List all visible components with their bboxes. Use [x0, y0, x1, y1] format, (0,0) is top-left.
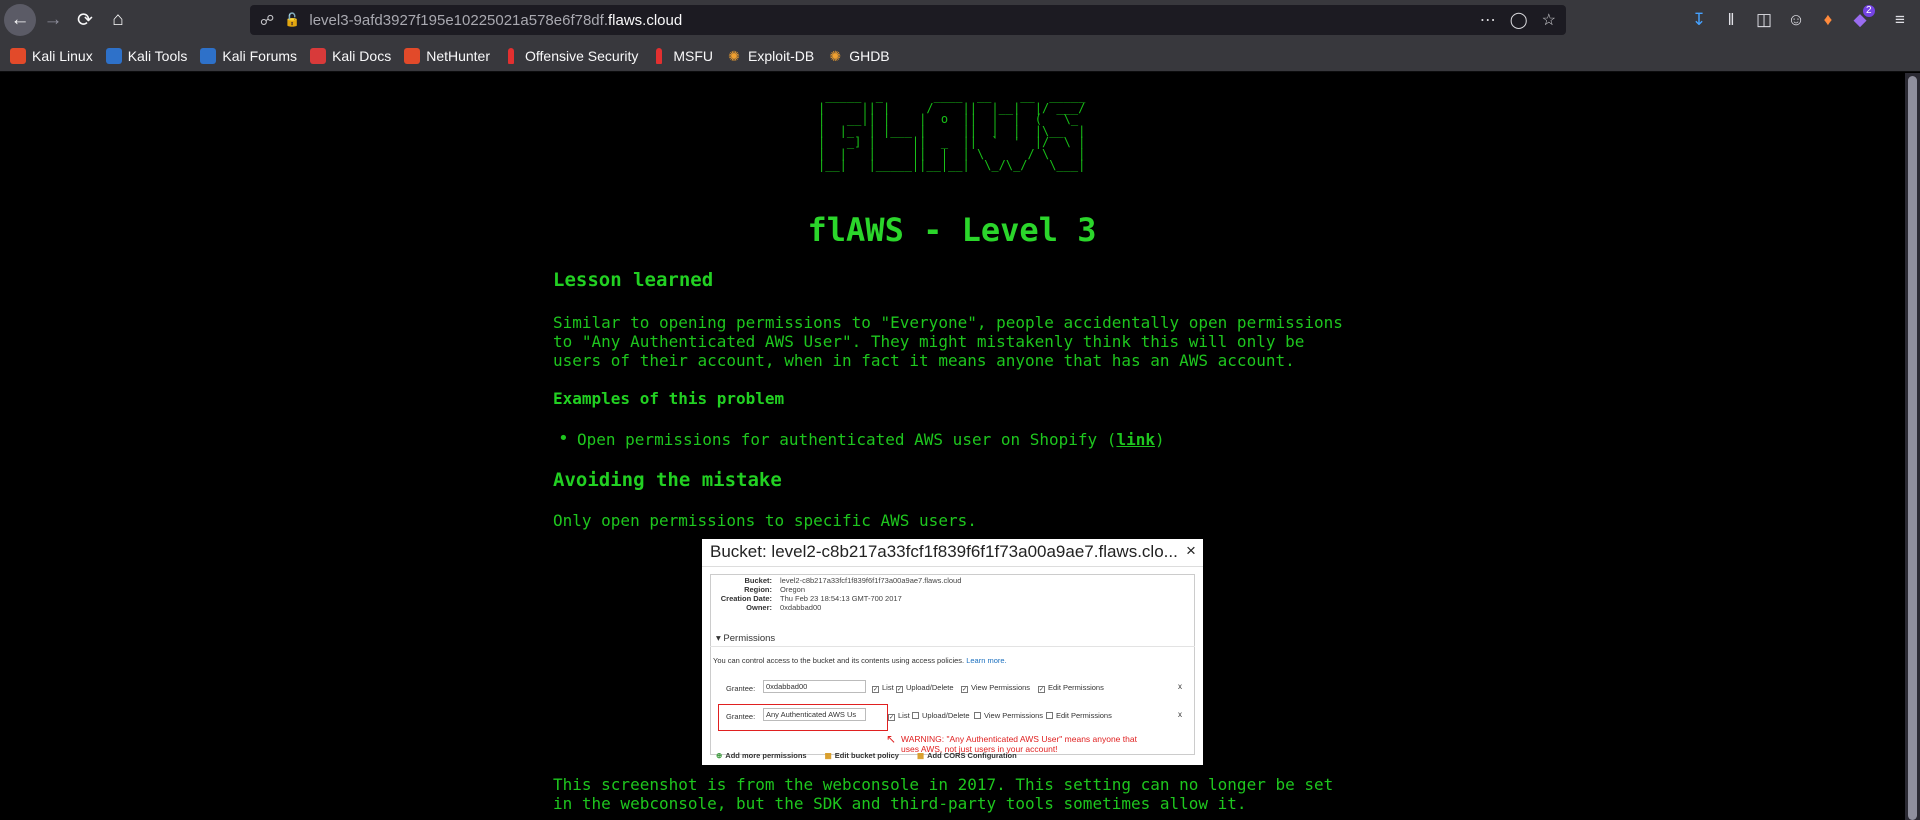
grantee-row-owner: Grantee: 0xdabbad00 ✓ List ✓ Upload/Delete… [726, 680, 1182, 693]
footer-text: This screenshot is from the webconsole i… [553, 775, 1334, 813]
extension-badge: 2 [1863, 5, 1875, 17]
browser-toolbar: ← → ⟳ ⌂ ☍ 🔓 level3-9afd3927f195e10225021… [0, 0, 1920, 40]
divider [710, 646, 1195, 647]
console-screenshot: Bucket: level2-c8b217a33fcf1f839f6f1f73a… [702, 539, 1203, 765]
bookmark-ghdb[interactable]: ✺ GHDB [827, 48, 889, 64]
exploitdb-icon: ✺ [728, 47, 740, 64]
page-title: flAWS - Level 3 [807, 211, 1097, 249]
warning-arrow-icon: ↖ [886, 732, 897, 746]
bookmark-kali-linux[interactable]: Kali Linux [10, 47, 93, 64]
scrollbar-thumb[interactable] [1908, 76, 1917, 820]
url-bar[interactable]: ☍ 🔓 level3-9afd3927f195e10225021a578e6f7… [250, 5, 1566, 35]
permissions-description: You can control access to the bucket and… [713, 656, 1007, 665]
ascii-logo: _____ _ ____ __ __ _____ | || | / || |__… [818, 89, 1086, 172]
kali-tools-icon [105, 47, 122, 64]
sidebar-icon[interactable]: ◫ [1753, 9, 1775, 31]
bookmark-exploit-db[interactable]: ✺ Exploit-DB [726, 48, 814, 64]
reload-button[interactable]: ⟳ [69, 4, 101, 36]
dialog-header: Bucket: level2-c8b217a33fcf1f839f6f1f73a… [702, 539, 1203, 567]
back-button[interactable]: ← [4, 4, 36, 36]
close-icon: × [1186, 541, 1196, 560]
highlight-box [718, 704, 888, 731]
example-list-item: Open permissions for authenticated AWS u… [558, 428, 1165, 449]
bookmark-nethunter[interactable]: NetHunter [404, 47, 490, 64]
lesson-text: Similar to opening permissions to "Every… [553, 313, 1343, 370]
bookmark-star-icon[interactable]: ☆ [1542, 10, 1556, 30]
bookmark-kali-tools[interactable]: Kali Tools [105, 47, 187, 64]
permissions-header: ▾ Permissions [716, 633, 776, 644]
pocket-icon[interactable]: ◯ [1510, 10, 1528, 30]
msfu-icon [651, 47, 667, 64]
grantee-input: 0xdabbad00 [763, 680, 866, 693]
page-content: _____ _ ____ __ __ _____ | || | / || |__… [0, 73, 1905, 820]
bookmark-msfu[interactable]: MSFU [651, 47, 713, 64]
bookmark-offensive-security[interactable]: Offensive Security [503, 47, 638, 64]
kali-forums-icon [200, 47, 217, 64]
library-icon[interactable]: ‖ [1720, 9, 1742, 31]
forward-button[interactable]: → [37, 4, 69, 36]
lesson-heading: Lesson learned [553, 269, 714, 291]
kali-icon [10, 47, 26, 64]
examples-heading: Examples of this problem [553, 389, 785, 408]
home-button[interactable]: ⌂ [102, 4, 134, 36]
url-text[interactable]: level3-9afd3927f195e10225021a578e6f78df.… [309, 12, 682, 29]
console-footer: ⊕ Add more permissions ▦ Edit bucket polic… [716, 751, 1017, 760]
bookmarks-bar: Kali Linux Kali Tools Kali Forums Kali D… [0, 40, 1920, 72]
account-icon[interactable]: ☺ [1785, 9, 1807, 31]
page-actions-icon[interactable]: ⋯ [1480, 10, 1496, 30]
add-icon: ⊕ [716, 751, 723, 760]
kali-docs-icon [310, 47, 327, 64]
nethunter-icon [404, 47, 421, 64]
avoid-text: Only open permissions to specific AWS us… [553, 511, 977, 530]
shield-icon[interactable]: ☍ [260, 12, 274, 29]
downloads-icon[interactable]: ↧ [1688, 9, 1710, 31]
bookmark-kali-forums[interactable]: Kali Forums [200, 47, 297, 64]
offsec-icon [503, 47, 519, 64]
menu-icon[interactable]: ≡ [1889, 9, 1911, 31]
avoid-heading: Avoiding the mistake [553, 469, 782, 491]
example-link[interactable]: link [1116, 430, 1155, 449]
insecure-lock-icon[interactable]: 🔓 [284, 12, 300, 28]
foxyproxy-icon[interactable]: ♦ [1817, 9, 1839, 31]
cors-icon: ▦ [917, 751, 925, 760]
ghdb-icon: ✺ [829, 47, 842, 64]
bookmark-kali-docs[interactable]: Kali Docs [310, 47, 391, 64]
policy-icon: ▦ [824, 751, 832, 760]
